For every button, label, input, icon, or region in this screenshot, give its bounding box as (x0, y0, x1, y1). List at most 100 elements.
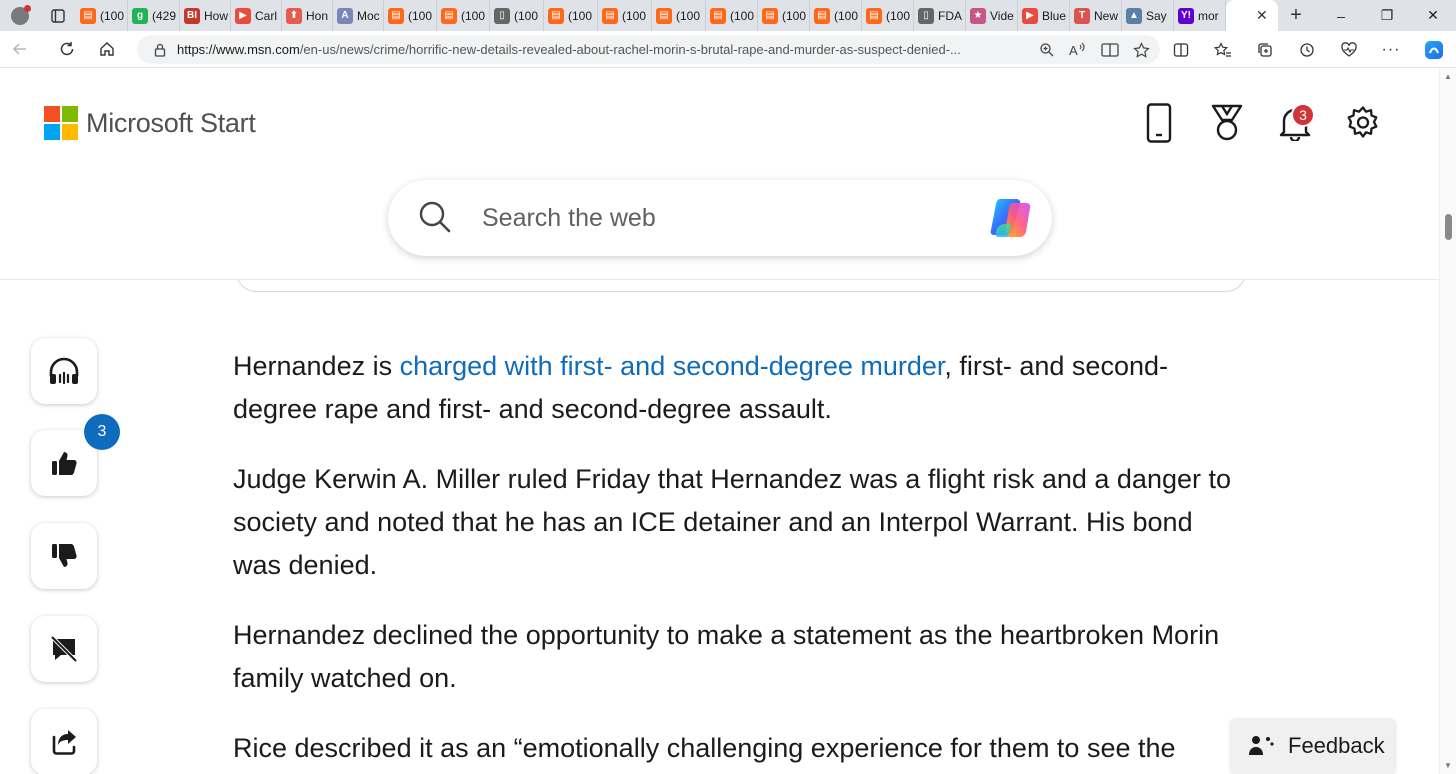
feedback-icon (1249, 736, 1274, 755)
browser-essentials-button[interactable] (1328, 31, 1370, 68)
profile-button[interactable] (0, 0, 40, 31)
close-tab-icon[interactable]: ✕ (1256, 7, 1268, 24)
image-icon: ▲ (1126, 7, 1142, 24)
yahoo-icon: Y! (1178, 7, 1194, 24)
favorites-icon (1214, 41, 1231, 57)
paragraph-text: Hernandez is (233, 351, 400, 381)
tab-label: (100 (834, 8, 859, 23)
home-icon (100, 42, 114, 56)
tab-label: (100 (100, 8, 125, 23)
toolbar-right: ··· (1160, 31, 1456, 68)
copilot-sidebar-button[interactable] (1412, 31, 1456, 68)
feedback-button[interactable]: Feedback (1230, 718, 1396, 774)
tab-active[interactable]: ✕ (1226, 0, 1278, 31)
browser-tab[interactable]: A Moc (333, 0, 384, 31)
browser-tab[interactable]: ▤ (100 (810, 0, 862, 31)
browser-tab[interactable]: BI How (180, 0, 231, 31)
collections-button[interactable] (1244, 31, 1286, 68)
tab-label: FDA (938, 8, 962, 23)
t-icon: T (1074, 7, 1090, 24)
browser-tab[interactable]: g (429 (128, 0, 180, 31)
settings-more-button[interactable]: ··· (1370, 31, 1412, 68)
back-button[interactable] (0, 31, 40, 68)
history-icon (1300, 42, 1314, 57)
listen-button[interactable] (31, 338, 97, 404)
tab-label: Carl (255, 8, 278, 23)
browser-tab[interactable]: ▤ (100 (76, 0, 128, 31)
browser-tab[interactable]: ▤ (100 (706, 0, 758, 31)
browser-tab[interactable]: ★ Vide (966, 0, 1018, 31)
home-button[interactable] (87, 31, 127, 68)
substack-icon: ▤ (548, 7, 564, 24)
scroll-up-arrow-icon[interactable]: ▲ (1444, 72, 1452, 81)
address-bar[interactable]: https://www.msn.com/en-us/news/crime/hor… (137, 35, 1160, 64)
browser-tab[interactable]: ▯ FDA (914, 0, 966, 31)
web-page: Microsoft Start 3 Search the web 3 Herna… (0, 68, 1439, 774)
site-header: Microsoft Start 3 Search the web (0, 68, 1439, 280)
tab-actions-button[interactable] (40, 0, 76, 31)
browser-tab[interactable]: ▤ (100 (384, 0, 437, 31)
browser-tab[interactable]: ⬆ Hon (282, 0, 333, 31)
browser-tab[interactable]: ▤ (100 (598, 0, 652, 31)
tab-label: (100 (622, 8, 647, 23)
url-text[interactable]: https://www.msn.com/en-us/news/crime/hor… (177, 42, 997, 57)
notifications-button[interactable]: 3 (1275, 101, 1315, 145)
tab-label: How (204, 8, 229, 23)
share-button[interactable] (31, 709, 97, 774)
header-icons: 3 (1139, 101, 1383, 145)
split-screen-button[interactable] (1160, 31, 1202, 68)
comment-off-icon (50, 635, 78, 663)
substack-icon: ▤ (762, 7, 778, 24)
browser-tab[interactable]: ▤ (100 (544, 0, 598, 31)
browser-tab[interactable]: Y! mor (1174, 0, 1226, 31)
browser-tab[interactable]: T New (1070, 0, 1122, 31)
scroll-thumb[interactable] (1445, 214, 1452, 240)
immersive-reader-icon[interactable] (1101, 42, 1119, 58)
microsoft-start-logo[interactable]: Microsoft Start (44, 106, 256, 140)
mobile-app-button[interactable] (1139, 101, 1179, 145)
star-icon: ★ (970, 7, 986, 24)
settings-button[interactable] (1343, 101, 1383, 145)
zoom-icon[interactable] (1039, 42, 1055, 58)
rewards-button[interactable] (1207, 101, 1247, 145)
back-arrow-icon (12, 43, 26, 55)
comments-off-button[interactable] (31, 616, 97, 682)
read-aloud-icon[interactable]: A (1069, 42, 1087, 58)
tab-label: Blue (1042, 8, 1067, 23)
article-paragraph: Judge Kerwin A. Miller ruled Friday that… (233, 464, 1232, 580)
browser-tab[interactable]: ▲ Say (1122, 0, 1174, 31)
browser-tab[interactable]: ▤ (100 (758, 0, 810, 31)
dislike-button[interactable] (31, 523, 97, 589)
url-path: /en-us/news/crime/horrific-new-details-r… (299, 42, 961, 57)
refresh-button[interactable] (47, 31, 87, 68)
browser-tab[interactable]: ▶ Carl (231, 0, 282, 31)
browser-tab[interactable]: ▤ (100 (437, 0, 490, 31)
video-icon: ▶ (1022, 7, 1038, 24)
history-button[interactable] (1286, 31, 1328, 68)
scroll-down-arrow-icon[interactable]: ▼ (1444, 761, 1452, 770)
search-placeholder[interactable]: Search the web (482, 204, 656, 233)
browser-tab[interactable]: ▤ (100 (652, 0, 706, 31)
browser-tab[interactable]: ▶ Blue (1018, 0, 1070, 31)
article-link[interactable]: charged with first- and second-degree mu… (400, 351, 945, 381)
restore-button[interactable]: ❐ (1364, 0, 1410, 31)
search-icon (419, 201, 451, 233)
tab-label: (100 (408, 8, 433, 23)
close-window-button[interactable]: ✕ (1410, 0, 1456, 31)
substack-icon: ▤ (80, 7, 96, 24)
browser-tab[interactable]: ▯ (100 (490, 0, 544, 31)
a-icon: A (337, 7, 353, 24)
minimize-button[interactable]: – (1318, 0, 1364, 31)
article-paragraph: Hernandez is charged with first- and sec… (233, 345, 1243, 431)
address-bar-icons: A (1039, 35, 1150, 64)
copilot-icon[interactable] (986, 193, 1038, 243)
tab-label: Vide (990, 8, 1014, 23)
favorites-button[interactable] (1202, 31, 1244, 68)
substack-icon: ▤ (441, 7, 457, 24)
browser-tab[interactable]: ▤ (100 (862, 0, 914, 31)
new-tab-button[interactable]: + (1278, 4, 1314, 27)
page-scrollbar[interactable]: ▲ ▼ (1439, 68, 1456, 774)
search-box[interactable]: Search the web (388, 180, 1052, 256)
tab-label: New (1094, 8, 1119, 23)
favorite-star-icon[interactable] (1133, 41, 1150, 58)
